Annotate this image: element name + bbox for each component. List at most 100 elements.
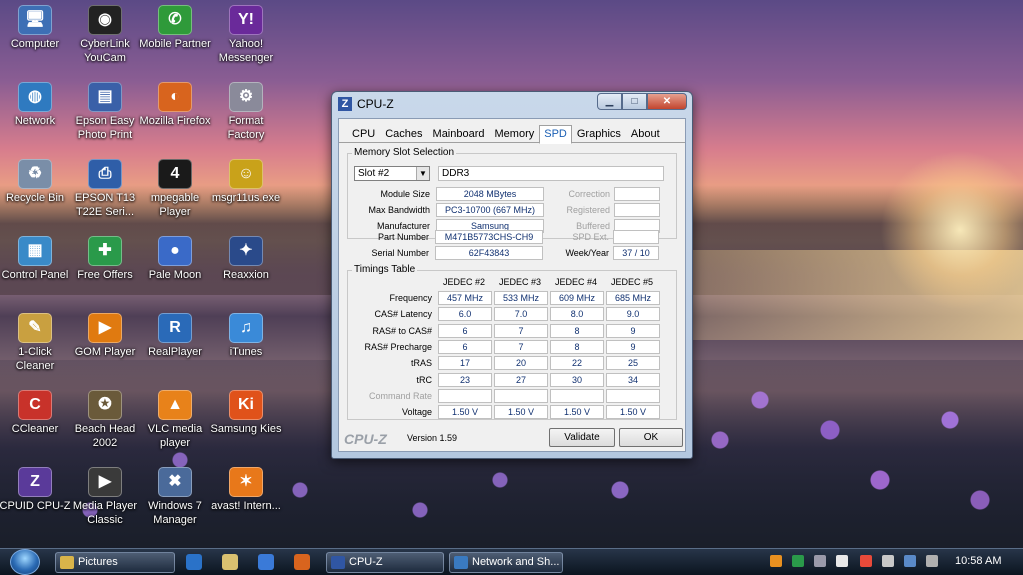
desktop-icon[interactable]: Ki Samsung Kies bbox=[209, 390, 283, 436]
timing-row-label: CAS# Latency bbox=[374, 309, 432, 320]
internet-explorer-icon[interactable] bbox=[186, 554, 202, 570]
maximize-button[interactable]: □ bbox=[622, 93, 647, 110]
timing-cell: 6 bbox=[438, 339, 492, 354]
timing-row-label: RAS# to CAS# bbox=[372, 325, 432, 336]
tray-network-icon[interactable] bbox=[904, 555, 916, 567]
desktop-icon[interactable]: ✎ 1-Click Cleaner bbox=[0, 313, 72, 373]
cpuz-icon bbox=[331, 556, 345, 569]
desktop-icon-label: Yahoo! Messenger bbox=[218, 38, 274, 64]
pale-moon-icon[interactable] bbox=[258, 554, 274, 570]
desktop-icon[interactable]: ⎙ EPSON T13 T22E Seri... bbox=[68, 159, 142, 219]
app-icon: ✶ bbox=[229, 467, 263, 497]
desktop-icon[interactable]: ✖ Windows 7 Manager bbox=[138, 467, 212, 527]
desktop-icon[interactable]: ✆ Mobile Partner bbox=[138, 5, 212, 51]
title-bar[interactable]: Z CPU-Z ▁ □ ✕ bbox=[332, 92, 692, 116]
tab-mainboard[interactable]: Mainboard bbox=[428, 125, 490, 142]
taskbar-item-pictures[interactable]: Pictures bbox=[55, 552, 175, 573]
serial-number-label: Serial Number bbox=[371, 248, 429, 258]
timing-cell: 7.0 bbox=[494, 307, 548, 322]
tray-app-icon[interactable] bbox=[792, 555, 804, 567]
desktop-icon-label: mpegable Player bbox=[150, 192, 200, 218]
timing-column-header: JEDEC #4 bbox=[554, 277, 598, 287]
desktop-icon[interactable]: ⚙ Format Factory bbox=[209, 82, 283, 142]
timing-cell: 23 bbox=[438, 372, 492, 387]
chevron-down-icon[interactable]: ▼ bbox=[416, 167, 429, 180]
app-icon: ▶ bbox=[88, 313, 122, 343]
memory-type-field: DDR3 bbox=[438, 166, 664, 181]
desktop-icon[interactable]: ♻ Recycle Bin bbox=[0, 159, 72, 205]
taskbar-item-network[interactable]: Network and Sh... bbox=[449, 552, 563, 573]
taskbar-item-cpuz[interactable]: CPU-Z bbox=[326, 552, 444, 573]
desktop-icon[interactable]: ▦ Control Panel bbox=[0, 236, 72, 282]
window-client: CPU Caches Mainboard Memory SPD Graphics About… bbox=[338, 118, 686, 452]
max-bandwidth-value: PC3-10700 (667 MHz) bbox=[436, 203, 544, 217]
desktop-icon[interactable]: ◍ Network bbox=[0, 82, 72, 128]
desktop-icon[interactable]: Z CPUID CPU-Z bbox=[0, 467, 72, 513]
desktop-icon[interactable]: Y! Yahoo! Messenger bbox=[209, 5, 283, 65]
clock[interactable]: 10:58 AM bbox=[955, 555, 1001, 567]
app-icon: ♫ bbox=[229, 313, 263, 343]
minimize-button[interactable]: ▁ bbox=[597, 93, 622, 110]
tab-caches[interactable]: Caches bbox=[380, 125, 427, 142]
tray-messenger-icon[interactable] bbox=[836, 555, 848, 567]
desktop-icon[interactable]: ◐ Mozilla Firefox bbox=[138, 82, 212, 128]
desktop-icon[interactable]: ▶ GOM Player bbox=[68, 313, 142, 359]
tab-about[interactable]: About bbox=[626, 125, 665, 142]
tab-spd[interactable]: SPD bbox=[539, 125, 572, 144]
app-icon: ✖ bbox=[158, 467, 192, 497]
timing-cell: 22 bbox=[550, 356, 604, 371]
ok-button[interactable]: OK bbox=[619, 428, 683, 447]
app-icon: ⚙ bbox=[229, 82, 263, 112]
desktop-icon[interactable]: ● Pale Moon bbox=[138, 236, 212, 282]
desktop-icon[interactable]: R RealPlayer bbox=[138, 313, 212, 359]
tray-app-icon[interactable] bbox=[814, 555, 826, 567]
timing-cell: 7 bbox=[494, 323, 548, 338]
desktop-icon[interactable]: ✦ Reaxxion bbox=[209, 236, 283, 282]
desktop-icon-label: Control Panel bbox=[1, 269, 69, 281]
tab-cpu[interactable]: CPU bbox=[347, 125, 380, 142]
timing-row-label: tRAS bbox=[410, 358, 432, 369]
window-controls: ▁ □ ✕ bbox=[597, 93, 687, 110]
slot-select[interactable]: Slot #2 ▼ bbox=[354, 166, 430, 181]
timing-row-label: Frequency bbox=[389, 293, 432, 303]
desktop-icon[interactable]: ▲ VLC media player bbox=[138, 390, 212, 450]
serial-number-row: Serial Number 62F43843 Week/Year 37 / 10 bbox=[347, 246, 677, 261]
desktop-icon-label: Pale Moon bbox=[148, 269, 202, 281]
close-button[interactable]: ✕ bbox=[647, 93, 687, 110]
desktop-icon[interactable]: ▶ Media Player Classic bbox=[68, 467, 142, 527]
timing-cell: 8.0 bbox=[550, 307, 604, 322]
app-icon: ▤ bbox=[88, 82, 122, 112]
firefox-icon[interactable] bbox=[294, 554, 310, 570]
start-button[interactable] bbox=[10, 549, 40, 575]
desktop-icon[interactable]: C CCleaner bbox=[0, 390, 72, 436]
desktop-icon[interactable]: ✪ Beach Head 2002 bbox=[68, 390, 142, 450]
tab-graphics[interactable]: Graphics bbox=[572, 125, 626, 142]
desktop-icon[interactable]: 4 mpegable Player bbox=[138, 159, 212, 219]
desktop-icon-label: Reaxxion bbox=[223, 269, 269, 281]
validate-button[interactable]: Validate bbox=[549, 428, 615, 447]
part-number-label: Part Number bbox=[377, 232, 429, 242]
timing-column-header: JEDEC #2 bbox=[442, 277, 486, 287]
tray-device-icon[interactable] bbox=[882, 555, 894, 567]
tray-flag-icon[interactable] bbox=[860, 555, 872, 567]
desktop-icon[interactable]: ☺ msgr11us.exe bbox=[209, 159, 283, 205]
timings-group: Timings Table JEDEC #2 JEDEC #3 JEDEC #4 JE… bbox=[347, 264, 677, 420]
desktop-icon-label: Recycle Bin bbox=[5, 192, 65, 204]
volume-icon[interactable] bbox=[926, 555, 938, 567]
app-icon: ▦ bbox=[18, 236, 52, 266]
tab-memory[interactable]: Memory bbox=[490, 125, 540, 142]
timings-group-label: Timings Table bbox=[352, 264, 418, 275]
window-footer: CPU-Z Version 1.59 Validate OK bbox=[339, 425, 685, 451]
tray-app-icon[interactable] bbox=[770, 555, 782, 567]
desktop-icon[interactable]: ✚ Free Offers bbox=[68, 236, 142, 282]
desktop-icon-label: Epson Easy Photo Print bbox=[75, 115, 135, 141]
desktop-icon[interactable]: ◉ CyberLink YouCam bbox=[68, 5, 142, 65]
timing-cell: 1.50 V bbox=[606, 405, 660, 420]
desktop-icon[interactable]: ✶ avast! Intern... bbox=[209, 467, 283, 513]
desktop-icon[interactable]: ▤ Epson Easy Photo Print bbox=[68, 82, 142, 142]
media-player-icon[interactable] bbox=[222, 554, 238, 570]
desktop-icon[interactable]: ♫ iTunes bbox=[209, 313, 283, 359]
desktop-icon[interactable]: 🖥 Computer bbox=[0, 5, 72, 51]
timing-cell bbox=[438, 388, 492, 403]
cpuz-window[interactable]: Z CPU-Z ▁ □ ✕ CPU Caches Mainboard Memory SP… bbox=[331, 91, 693, 459]
